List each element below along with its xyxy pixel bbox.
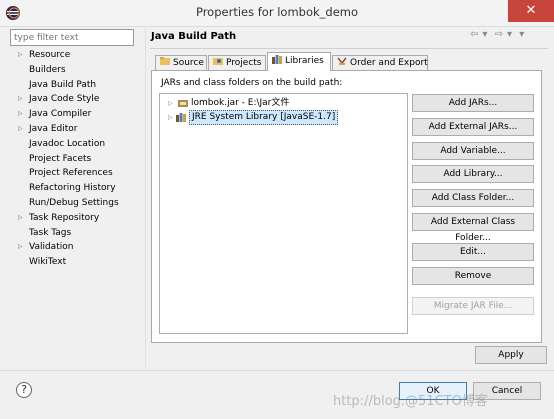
view-menu-icon[interactable]: ▾ xyxy=(519,29,524,40)
expand-arrow-icon[interactable]: ▷ xyxy=(168,111,173,124)
nav-item[interactable]: ▷ Resource xyxy=(10,48,144,63)
page-title: Java Build Path xyxy=(151,31,237,42)
history-nav: ⇦ ▾ ⇨ ▾ ▾ xyxy=(470,29,528,40)
window-title: Properties for lombok_demo xyxy=(195,5,359,19)
nav-item[interactable]: Project References xyxy=(10,166,144,181)
footer-divider xyxy=(0,370,554,371)
tree-item-jre-system-library[interactable]: ▷ JRE System Library [JavaSE-1.7] xyxy=(160,110,405,125)
close-button[interactable]: ✕ xyxy=(508,0,554,22)
tab-libraries-label: Libraries xyxy=(285,56,324,66)
nav-item-label: Resource xyxy=(29,50,71,60)
nav-item[interactable]: Task Tags xyxy=(10,226,144,241)
nav-item-label: Java Compiler xyxy=(29,109,92,120)
nav-item-label: WikiText xyxy=(29,257,67,268)
expand-arrow-icon[interactable]: ▷ xyxy=(168,97,173,110)
nav-item-label: Java Editor xyxy=(29,123,78,134)
expand-arrow-icon[interactable]: ▷ xyxy=(18,122,23,137)
nav-item[interactable]: ▷ Task Repository xyxy=(10,211,144,226)
tree-item-label: JRE System Library [JavaSE-1.7] xyxy=(189,110,339,125)
nav-item-label: Refactoring History xyxy=(29,183,116,194)
add-external-jars-button[interactable]: Add External JARs... xyxy=(412,118,534,136)
build-path-label: JARs and class folders on the build path… xyxy=(161,78,343,88)
nav-item-label: Validation xyxy=(29,242,74,253)
tab-projects[interactable]: Projects xyxy=(208,55,266,71)
nav-item-label: Task Repository xyxy=(29,212,100,223)
expand-arrow-icon[interactable]: ▷ xyxy=(18,92,23,107)
build-path-tree[interactable]: ▷ lombok.jar - E:\Jar文件 ▷ JRE System Lib… xyxy=(159,93,408,334)
library-icon xyxy=(176,113,186,122)
add-external-class-folder-button[interactable]: Add External Class Folder... xyxy=(412,213,534,243)
nav-item[interactable]: Refactoring History xyxy=(10,181,144,196)
tab-order-and-export-label: Order and Export xyxy=(350,58,428,68)
add-jars-button[interactable]: Add JARs... xyxy=(412,94,534,112)
apply-button[interactable]: Apply xyxy=(475,346,547,364)
nav-item[interactable]: ▷ Java Editor xyxy=(10,122,144,137)
sash[interactable] xyxy=(145,28,146,368)
header-divider xyxy=(150,48,548,49)
add-variable-button[interactable]: Add Variable... xyxy=(412,142,534,160)
add-library-button[interactable]: Add Library... xyxy=(412,165,534,183)
nav-item-label: Javadoc Location xyxy=(29,138,106,149)
nav-item[interactable]: Javadoc Location xyxy=(10,137,144,152)
expand-arrow-icon[interactable]: ▷ xyxy=(18,240,23,255)
remove-button[interactable]: Remove xyxy=(412,267,534,285)
nav-item-label: Java Build Path xyxy=(29,79,97,90)
expand-arrow-icon[interactable]: ▷ xyxy=(18,107,23,122)
nav-item[interactable]: ▷ Validation xyxy=(10,240,144,255)
nav-item-label: Java Code Style xyxy=(29,94,100,105)
projects-icon xyxy=(213,58,223,65)
tree-item-label: lombok.jar - E:\Jar文件 xyxy=(191,98,290,108)
expand-arrow-icon[interactable]: ▷ xyxy=(18,211,23,226)
nav-item[interactable]: Builders xyxy=(10,63,144,78)
nav-item[interactable]: ▷ Java Compiler xyxy=(10,107,144,122)
jar-icon xyxy=(178,100,188,107)
page-header: Java Build Path ⇦ ▾ ⇨ ▾ ▾ xyxy=(150,27,550,48)
tree-item-lombok-jar[interactable]: ▷ lombok.jar - E:\Jar文件 xyxy=(160,97,405,110)
nav-item-label: Builders xyxy=(29,64,66,75)
forward-dropdown-icon[interactable]: ▾ xyxy=(507,29,512,40)
title-bar: Properties for lombok_demo ✕ xyxy=(0,0,554,27)
nav-item[interactable]: WikiText xyxy=(10,255,144,270)
libraries-panel: JARs and class folders on the build path… xyxy=(151,70,542,343)
nav-item-label: Run/Debug Settings xyxy=(29,197,119,208)
nav-item[interactable]: ▷ Java Code Style xyxy=(10,92,144,107)
forward-arrow-icon[interactable]: ⇨ xyxy=(495,29,503,40)
migrate-jar-file-button: Migrate JAR File... xyxy=(412,297,534,315)
nav-item-label: Task Tags xyxy=(29,227,72,238)
source-folder-icon xyxy=(160,57,170,65)
property-page-tree: ▷ Resource Builders Java Build Path ▷ Java Co… xyxy=(10,48,144,270)
nav-item-label: Project References xyxy=(29,168,113,179)
tab-source[interactable]: Source xyxy=(155,55,207,71)
tab-projects-label: Projects xyxy=(226,58,262,68)
filter-input[interactable] xyxy=(10,29,134,46)
watermark: http://blog.@51CTO博客 xyxy=(333,394,488,409)
edit-button[interactable]: Edit... xyxy=(412,243,534,261)
add-class-folder-button[interactable]: Add Class Folder... xyxy=(412,189,534,207)
nav-item-label: Project Facets xyxy=(29,153,92,164)
nav-item[interactable]: Run/Debug Settings xyxy=(10,196,144,211)
back-arrow-icon[interactable]: ⇦ xyxy=(470,29,478,40)
expand-arrow-icon[interactable]: ▷ xyxy=(18,48,23,63)
help-icon[interactable]: ? xyxy=(16,382,32,398)
nav-item[interactable]: Java Build Path xyxy=(10,78,144,93)
libraries-icon xyxy=(272,55,282,64)
order-export-icon xyxy=(337,57,347,65)
tab-libraries[interactable]: Libraries xyxy=(267,52,331,71)
tab-source-label: Source xyxy=(173,58,204,68)
nav-item[interactable]: Project Facets xyxy=(10,152,144,167)
tab-order-and-export[interactable]: Order and Export xyxy=(332,55,428,71)
back-dropdown-icon[interactable]: ▾ xyxy=(482,29,487,40)
